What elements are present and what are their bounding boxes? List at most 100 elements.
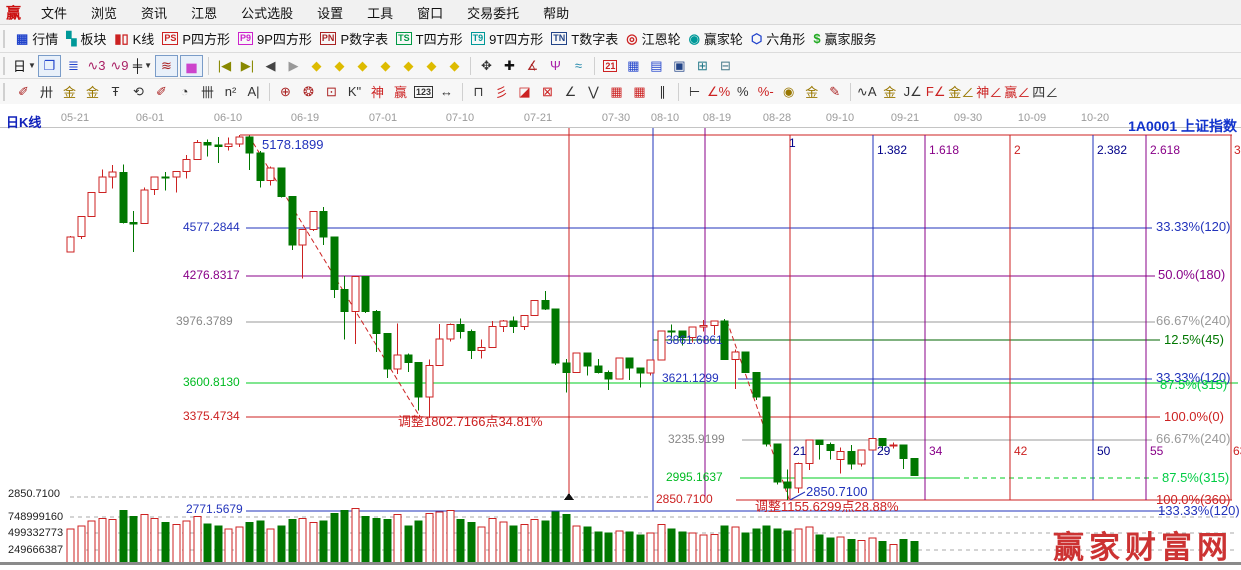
volume-bar (394, 515, 401, 563)
gann-percent-label: 66.67%(240) (1156, 315, 1230, 327)
volume-bar (742, 533, 749, 563)
candle-body (711, 321, 718, 325)
candle-body (320, 212, 327, 238)
candle-body (584, 353, 591, 366)
candle-body (911, 459, 918, 476)
chart-type-label: 日K线 (6, 112, 41, 131)
gann-price-label: 2850.7100 (656, 493, 713, 505)
candle-body (67, 237, 74, 252)
volume-bar (415, 521, 422, 563)
candle-body (162, 177, 169, 178)
candle-body (173, 171, 180, 177)
cycle-number-label: 55 (1150, 445, 1163, 457)
symbol-label: 1A0001 上证指数 (1128, 116, 1237, 136)
date-tick: 06-01 (128, 112, 172, 124)
candle-body (373, 311, 380, 333)
volume-bar (837, 537, 844, 563)
volume-bar (151, 518, 158, 563)
candle-body (763, 397, 770, 444)
volume-bar (447, 510, 454, 563)
volume-bar (774, 529, 781, 563)
volume-bar (806, 527, 813, 563)
candle-body (573, 353, 580, 373)
candle-body (837, 451, 844, 459)
volume-bar (848, 539, 855, 563)
candle-body (806, 440, 813, 463)
volume-bar (668, 529, 675, 563)
volume-bar (721, 526, 728, 563)
candle-body (310, 212, 317, 230)
date-tick: 09-30 (946, 112, 990, 124)
volume-bar (711, 534, 718, 563)
candle-body (605, 372, 612, 379)
candle-body (362, 276, 369, 311)
date-tick: 09-10 (818, 112, 862, 124)
volume-bar (890, 544, 897, 563)
candle-body (827, 444, 834, 450)
volume-bar (732, 527, 739, 563)
volume-bar (689, 533, 696, 563)
volume-bar (183, 521, 190, 563)
volume-bar (563, 515, 570, 563)
volume-axis-label: 748999160 (8, 511, 63, 523)
volume-bar (352, 508, 359, 563)
fib-time-label: 2.382 (1097, 144, 1127, 156)
candle-body (732, 352, 739, 359)
candle-body (890, 445, 897, 446)
volume-bar (426, 513, 433, 563)
volume-bar (141, 515, 148, 563)
candle-body (120, 172, 127, 222)
date-tick: 08-19 (695, 112, 739, 124)
candle-body (331, 237, 338, 290)
volume-bar (700, 535, 707, 563)
volume-bar (658, 525, 665, 563)
candle-body (289, 197, 296, 245)
volume-bar (468, 523, 475, 563)
volume-bar (194, 517, 201, 564)
gann-price-label: 2995.1637 (666, 471, 723, 483)
date-tick: 07-30 (594, 112, 638, 124)
volume-bar (763, 526, 770, 563)
volume-bar (457, 520, 464, 563)
gann-percent-label: 33.33%(120) (1156, 221, 1230, 233)
volume-bar (795, 529, 802, 563)
volume-bar (637, 535, 644, 563)
volume-bar (500, 522, 507, 563)
volume-bar (215, 526, 222, 563)
candle-body (447, 324, 454, 339)
volume-bar (784, 531, 791, 563)
volume-bar (67, 529, 74, 563)
fib-time-label: 1.382 (877, 144, 907, 156)
chart-area[interactable]: 日K线 1A0001 上证指数 05-2106-0106-1006-1907-0… (0, 104, 1241, 570)
volume-bar (647, 533, 654, 563)
candle-body (742, 352, 749, 372)
fib-time-label: 2.618 (1150, 144, 1180, 156)
volume-bar (595, 532, 602, 563)
volume-bar (436, 512, 443, 563)
date-tick: 08-28 (755, 112, 799, 124)
cycle-number-label: 42 (1014, 445, 1027, 457)
volume-bar (542, 521, 549, 563)
date-tick: 10-20 (1073, 112, 1117, 124)
volume-bar (879, 541, 886, 563)
candle-body (99, 177, 106, 192)
gann-price-label: 3861.6861 (666, 334, 723, 346)
cycle-number-label: 34 (929, 445, 942, 457)
volume-bar (204, 524, 211, 563)
volume-bar (88, 521, 95, 563)
volume-bar (162, 523, 169, 563)
volume-bar (584, 527, 591, 563)
low-price-callout: 2850.7100 (806, 486, 867, 498)
volume-axis-label: 2850.7100 (8, 488, 60, 500)
candle-body (225, 144, 232, 146)
volume-bar (257, 521, 264, 563)
chart-canvas[interactable] (0, 0, 1241, 570)
date-tick: 09-21 (883, 112, 927, 124)
candle-body (510, 321, 517, 327)
date-tick: 06-10 (206, 112, 250, 124)
candle-body (521, 316, 528, 327)
gann-percent-label: 66.67%(240) (1156, 433, 1230, 445)
gann-price-label: 3235.9199 (668, 433, 725, 445)
volume-bar (521, 525, 528, 563)
candle-body (246, 137, 253, 153)
